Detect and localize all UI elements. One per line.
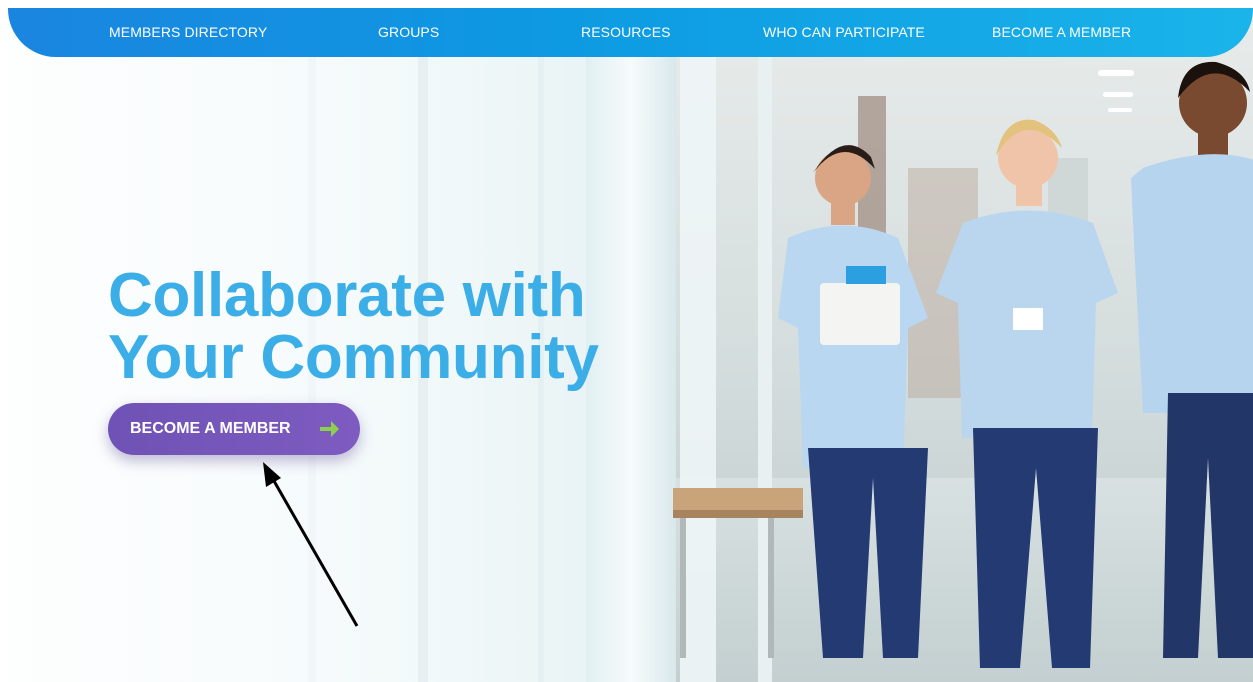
become-a-member-button[interactable]: BECOME A MEMBER xyxy=(108,403,360,455)
nav-item-who-can-participate[interactable]: WHO CAN PARTICIPATE xyxy=(763,24,925,40)
page: MEMBERS DIRECTORY GROUPS RESOURCES WHO C… xyxy=(0,0,1253,682)
hero-headline-line-1: Collaborate with xyxy=(108,261,586,330)
nav-item-resources[interactable]: RESOURCES xyxy=(581,24,671,40)
nav-item-become-a-member[interactable]: BECOME A MEMBER xyxy=(992,24,1131,40)
become-a-member-button-label: BECOME A MEMBER xyxy=(130,420,291,437)
arrow-right-icon xyxy=(320,421,339,437)
hero-headline: Collaborate with Your Community xyxy=(108,265,599,389)
nav-item-members-directory[interactable]: MEMBERS DIRECTORY xyxy=(109,24,267,40)
top-navigation: MEMBERS DIRECTORY GROUPS RESOURCES WHO C… xyxy=(8,8,1253,57)
nav-item-groups[interactable]: GROUPS xyxy=(378,24,439,40)
hero-headline-line-2: Your Community xyxy=(108,323,599,392)
